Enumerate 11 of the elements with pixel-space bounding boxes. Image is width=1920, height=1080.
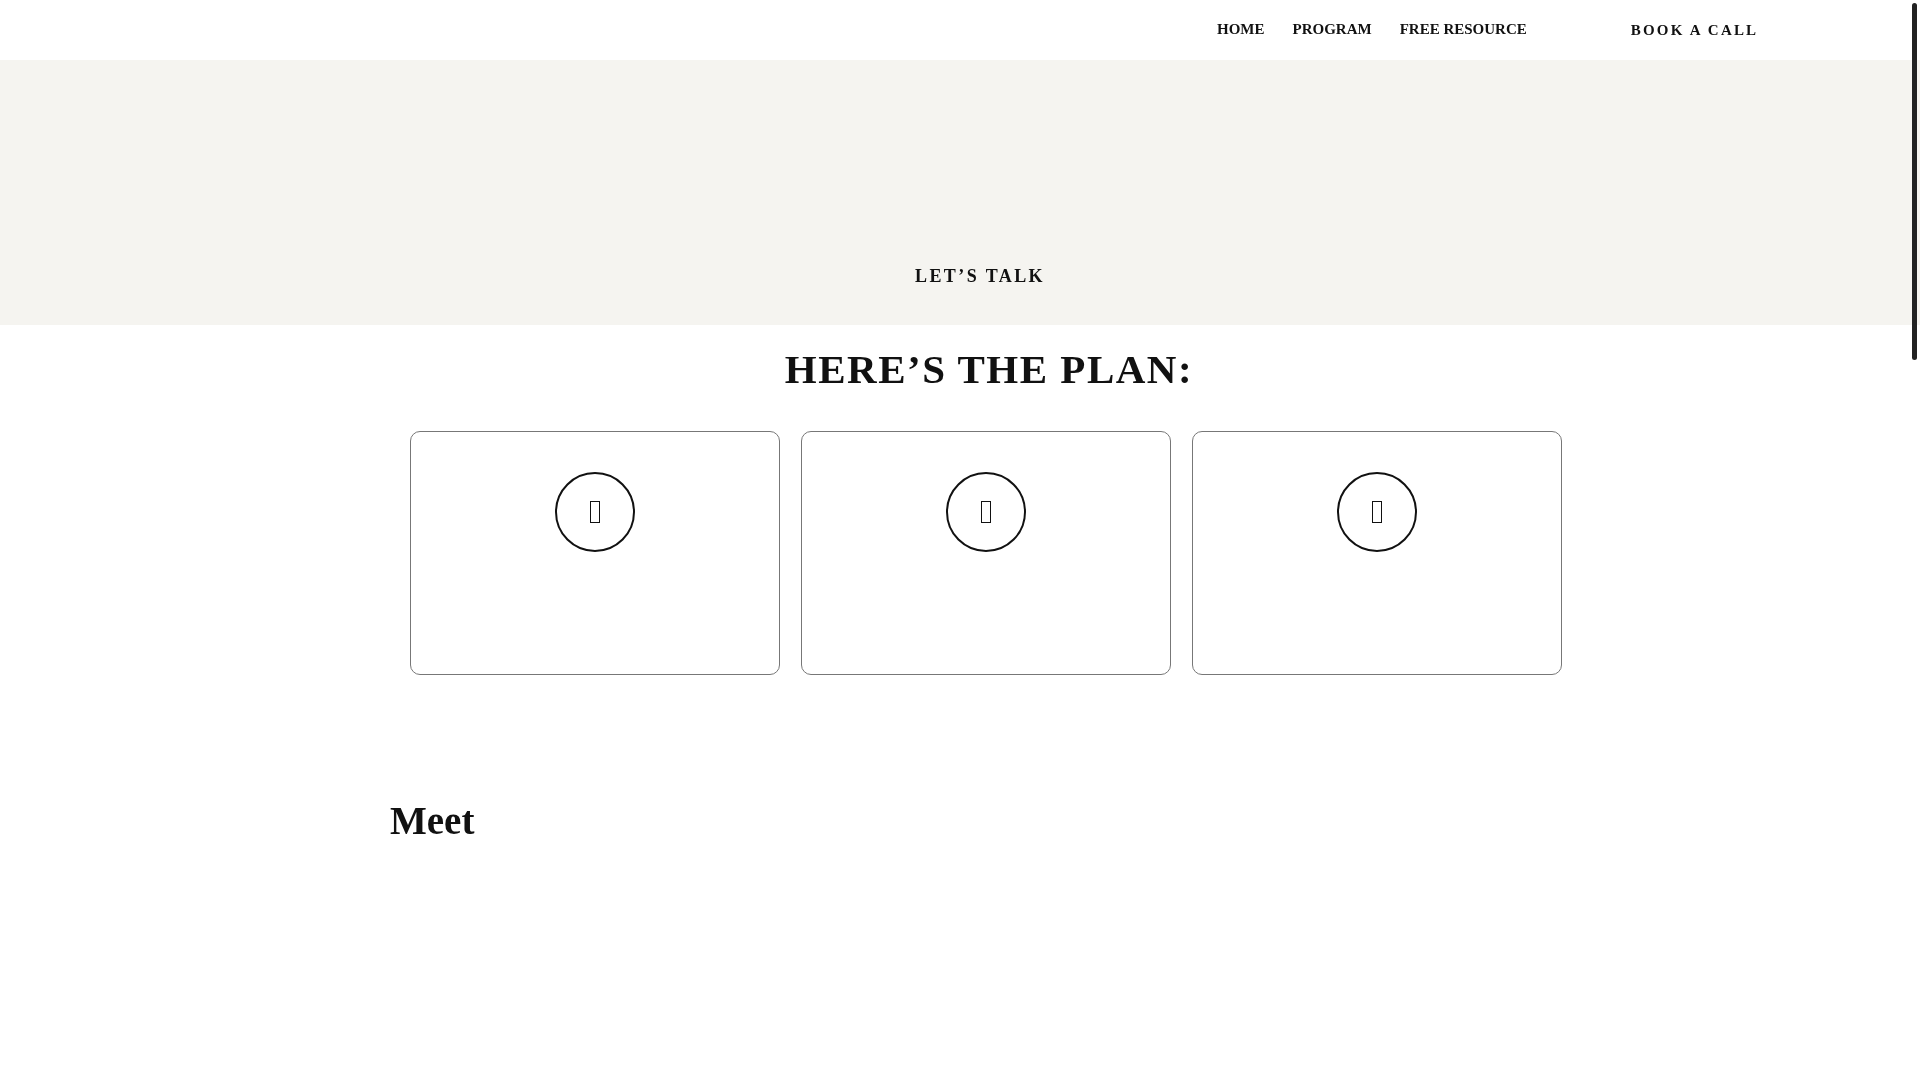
hero-label: LET’S TALK [915,266,1045,288]
nav-link[interactable]: FREE RESOURCE [1391,20,1527,38]
missing-glyph-icon [981,501,991,523]
nav-link[interactable]: HOME [1209,20,1265,38]
missing-glyph-icon [1372,501,1382,523]
scrollbar-thumb[interactable] [1912,3,1917,360]
nav-link[interactable]: PROGRAM [1284,20,1372,38]
book-call-link[interactable]: BOOK A CALL [1622,21,1759,39]
section-heading: HERE’S THE PLAN: [783,345,1195,393]
missing-glyph-icon [590,501,600,523]
meet-heading: Meet [390,798,475,844]
